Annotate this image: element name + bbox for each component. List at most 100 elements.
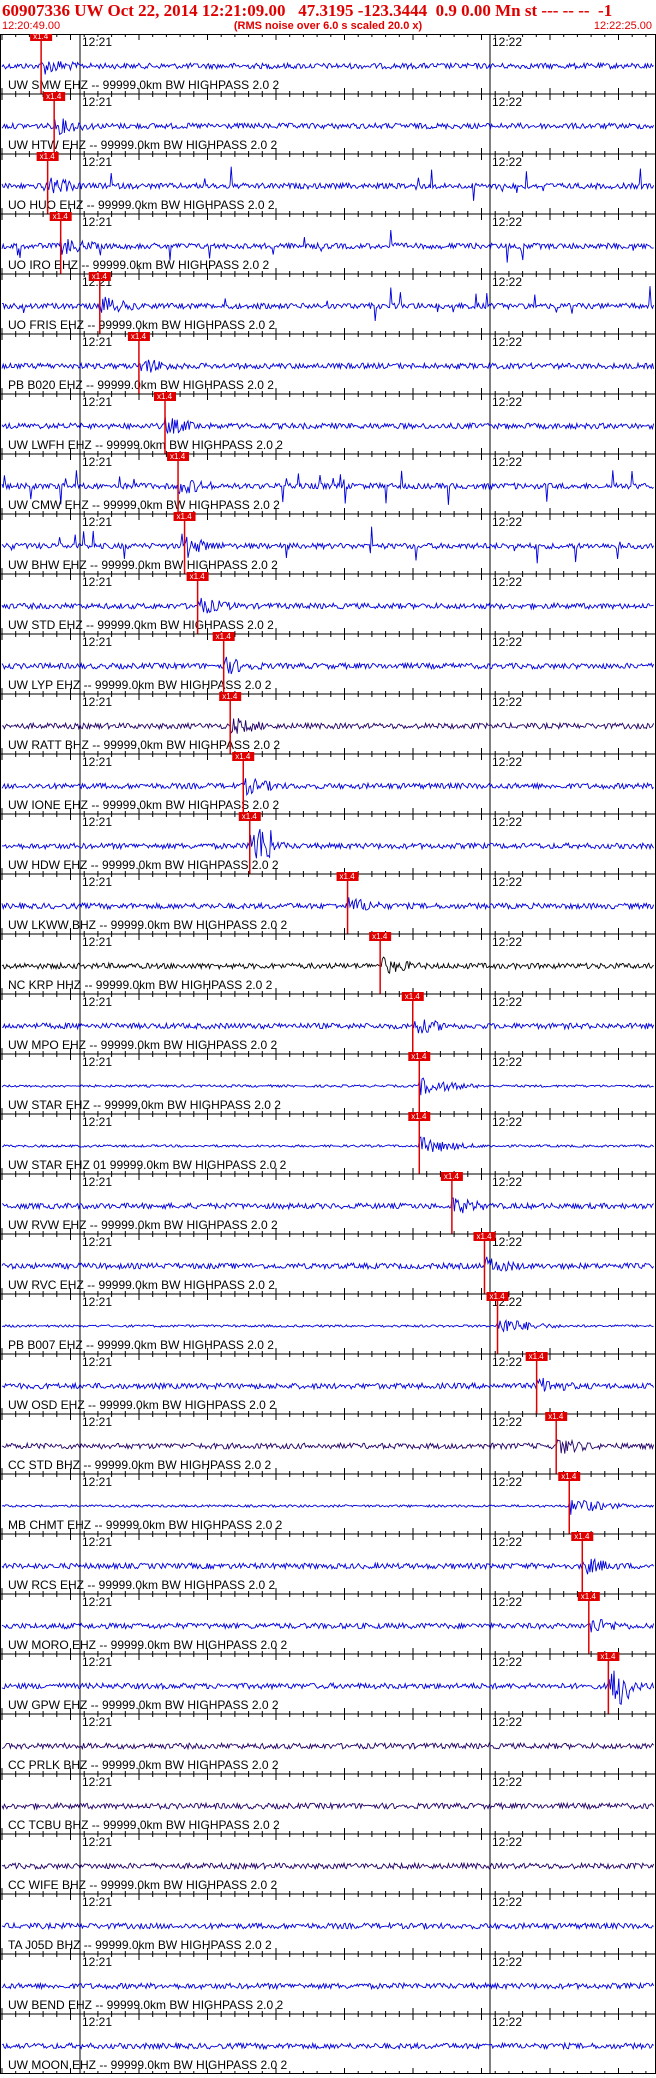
pick-label: x1.4 [444,1172,460,1181]
waveform-trace [1,828,654,859]
minute-label: 12:22 [492,2015,522,2029]
waveform-trace [1,956,654,974]
channel-panel: 12:21 12:22 UW STAR EHZ 01 99999.0km BW HI… [0,1112,656,1174]
scaling-note: (RMS noise over 6.0 s scaled 20.0 x) [233,20,423,32]
channel-panel: 12:21 12:22 UW OSD EHZ -- 99999.0km BW HIG… [0,1352,656,1414]
channel-panel: 12:21 12:22 UW MORO EHZ -- 99999.0km BW HI… [0,1592,656,1654]
header: 60907336 UW Oct 22, 2014 12:21:09.00 47.… [0,0,656,34]
waveform-trace [2,718,655,734]
channel-panel: 12:21 12:22 CC PRLK BHZ -- 99999.0km BW HI… [0,1713,656,1774]
channel-panel: 12:21 12:22 NC KRP HHZ -- 99999.0km BW HIG… [0,932,656,994]
channel-label: CC PRLK BHZ -- 99999.0km BW HIGHPASS 2.0… [8,1758,279,1772]
pick-label: x1.4 [476,1232,492,1241]
channel-panel: 12:21 12:22 UW HDW EHZ -- 99999.0km BW HIG… [0,812,656,874]
end-time: 12:22:25.00 [593,20,652,32]
pick-label: x1.4 [131,332,147,341]
minute-label: 12:21 [82,1655,112,1669]
minute-label: 12:21 [82,1535,112,1549]
waveform-trace [1,1499,654,1515]
minute-label: 12:22 [492,1715,522,1729]
channel-panel: 12:21 12:22 UW LWFH EHZ -- 99999.0km BW HI… [0,392,656,454]
waveform-trace [1,359,655,373]
channel-panel: 12:21 12:22 TA J05D BHZ -- 99999.0km BW HI… [0,1893,656,1954]
minute-label: 12:22 [492,875,522,889]
waveform-trace [1,1801,654,1811]
pick-label: x1.4 [561,1472,577,1481]
minute-label: 12:21 [82,875,112,889]
channel-label: TA J05D BHZ -- 99999.0km BW HIGHPASS 2.0… [8,1938,272,1952]
channel-label: UO FRIS EHZ -- 99999.0km BW HIGHPASS 2.0… [8,318,276,332]
pick-label: x1.4 [157,392,173,401]
channel-label: UW MORO EHZ -- 99999.0km BW HIGHPASS 2.0… [8,1638,287,1652]
waveform-trace [1,897,655,911]
pick-label: x1.4 [190,572,206,581]
minute-label: 12:21 [82,755,112,769]
waveform-trace [1,1981,654,1991]
channel-panel: 12:21 12:22 CC TCBU BHZ -- 99999.0km BW HI… [0,1773,656,1834]
pick-label: x1.4 [600,1652,616,1661]
channel-label: UW GPW EHZ -- 99999.0km BW HIGHPASS 2.0 … [8,1698,279,1712]
minute-label: 12:21 [82,455,112,469]
channel-label: UW STD EHZ -- 99999.0km BW HIGHPASS 2.0 … [8,618,274,632]
minute-label: 12:22 [492,1055,522,1069]
channel-label: UW STAR EHZ 01 99999.0km BW HIGHPASS 2.0… [8,1158,287,1172]
pick-label: x1.4 [581,1592,597,1601]
waveform-trace [1,2041,654,2051]
minute-label: 12:21 [82,215,112,229]
minute-label: 12:22 [492,815,522,829]
channel-panel: 12:21 12:22 UW RVW EHZ -- 99999.0km BW HIG… [0,1172,656,1234]
minute-label: 12:22 [492,755,522,769]
channel-panel: 12:21 12:22 UW RCS EHZ -- 99999.0km BW HIG… [0,1532,656,1594]
channel-label: PB B007 EHZ -- 99999.0km BW HIGHPASS 2.0… [8,1338,274,1352]
waveform-trace [1,1741,654,1751]
pick-label: x1.4 [548,1412,564,1421]
channel-label: UO IRO EHZ -- 99999.0km BW HIGHPASS 2.0 … [8,258,270,272]
channel-panel: 12:21 12:22UO FRIS EHZ -- 99999.0km BW HI… [0,272,656,334]
minute-label: 12:22 [492,515,522,529]
channel-panel: 12:21 12:22 MB CHMT EHZ -- 99999.0km BW HI… [0,1472,656,1534]
pick-label: x1.4 [242,812,258,821]
minute-label: 12:22 [492,1835,522,1849]
channel-panel: 12:21 12:22 UW BEND EHZ -- 99999.0km BW HI… [0,1953,656,2014]
minute-label: 12:22 [492,395,522,409]
minute-label: 12:21 [82,395,112,409]
waveform-trace [1,777,654,797]
pick-label: x1.4 [411,1112,427,1121]
minute-label: 12:22 [492,1775,522,1789]
pick-label: x1.4 [490,1292,506,1301]
minute-label: 12:21 [82,335,112,349]
minute-label: 12:21 [82,1295,112,1309]
pick-label: x1.4 [53,212,69,221]
minute-label: 12:22 [492,1655,522,1669]
minute-label: 12:21 [82,1955,112,1969]
channel-label: UW RVW EHZ -- 99999.0km BW HIGHPASS 2.0 … [8,1218,278,1232]
pick-label: x1.4 [33,34,49,41]
minute-label: 12:21 [82,1475,112,1489]
channel-label: UW HDW EHZ -- 99999.0km BW HIGHPASS 2.0 … [8,858,279,872]
channel-panel: 12:21 12:22 UW RATT BHZ -- 99999.0km BW HI… [0,692,656,754]
channel-label: UW SMW EHZ -- 99999.0km BW HIGHPASS 2.0 … [8,78,279,92]
minute-label: 12:21 [82,1055,112,1069]
channel-panel: 12:21 12:22 UW MOON EHZ -- 99999.0km BW HI… [0,2013,656,2074]
channel-label: CC STD BHZ -- 99999.0km BW HIGHPASS 2.0 … [8,1458,272,1472]
channel-label: UW LWFH EHZ -- 99999.0km BW HIGHPASS 2.0… [8,438,283,452]
channel-panel: 12:21 12:22 UW STAR EHZ -- 99999.0km BW HI… [0,1052,656,1114]
minute-label: 12:22 [492,35,522,49]
minute-label: 12:21 [82,935,112,949]
channel-panel: 12:21 12:22 PB B020 EHZ -- 99999.0km BW HI… [0,332,656,394]
minute-label: 12:21 [82,1415,112,1429]
waveform-trace [1,1197,654,1214]
minute-label: 12:21 [82,1835,112,1849]
pick-label: x1.4 [411,1052,427,1061]
minute-label: 12:22 [492,995,522,1009]
channel-panel: 12:21 12:22UO HUO EHZ -- 99999.0km BW HIG… [0,152,656,214]
pick-label: x1.4 [405,992,421,1001]
minute-label: 12:21 [82,1175,112,1189]
channel-panel: 12:21 12:22 UW LYP EHZ -- 99999.0km BW HIG… [0,632,656,694]
waveform-trace [1,1921,654,1931]
channel-label: UW HTW EHZ -- 99999.0km BW HIGHPASS 2.0 … [8,138,277,152]
minute-label: 12:22 [492,95,522,109]
minute-label: 12:21 [82,2015,112,2029]
minute-label: 12:22 [492,335,522,349]
channel-label: UW CMW EHZ -- 99999.0km BW HIGHPASS 2.0 … [8,498,280,512]
